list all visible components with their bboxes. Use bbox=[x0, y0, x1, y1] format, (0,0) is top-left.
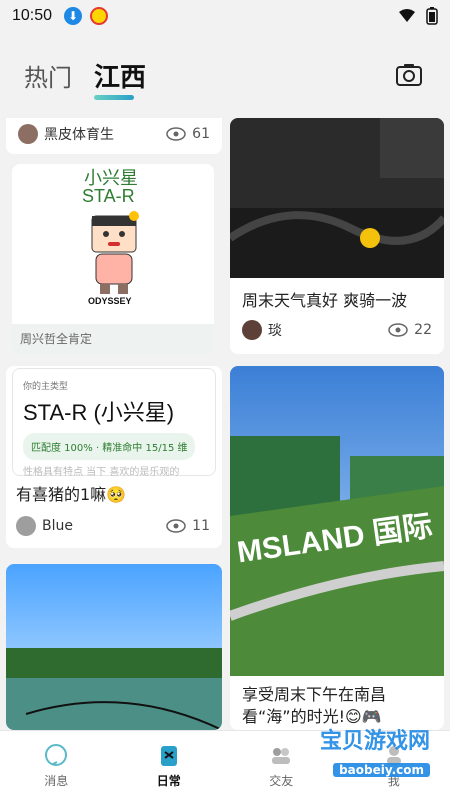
app-notification-icon bbox=[90, 7, 109, 25]
nav-messages[interactable]: 消息 bbox=[0, 731, 113, 800]
card-meta: 黑皮体育生 61 bbox=[6, 118, 222, 150]
watermark: 宝贝游戏网 baobeiy.com bbox=[320, 723, 430, 780]
bike-photo bbox=[230, 118, 444, 278]
watermark-sub: baobeiy.com bbox=[333, 763, 430, 777]
views: 22 bbox=[388, 322, 432, 338]
chat-bubble-icon bbox=[45, 744, 68, 766]
author-name: 黑皮体育生 bbox=[44, 127, 114, 143]
lake-photo bbox=[6, 564, 222, 730]
camera-button[interactable] bbox=[392, 58, 426, 92]
type-result-panel: 你的主类型 STA-R (小兴星) 匹配度 100% · 精准命中 15/15 … bbox=[12, 368, 216, 478]
views: 61 bbox=[166, 126, 210, 142]
post-title: 周末天气真好 爽骑一波 bbox=[242, 291, 408, 310]
post-title: 享受周末下午在南昌看“海”的时光!😊🎮 bbox=[242, 685, 387, 726]
avatar bbox=[242, 320, 262, 340]
eye-icon bbox=[166, 127, 186, 141]
author-name: 琰 bbox=[268, 323, 282, 339]
download-icon: ⬇ bbox=[64, 7, 83, 25]
status-left-icons: ⬇ bbox=[64, 7, 109, 25]
character-illustration bbox=[91, 211, 139, 294]
author-name: Blue bbox=[42, 518, 73, 534]
camera-icon bbox=[396, 64, 422, 86]
card-meta: Blue 11 bbox=[16, 516, 210, 536]
header: 热门 江西 bbox=[0, 32, 450, 118]
nav-label: 消息 bbox=[44, 774, 69, 788]
nav-label: 交友 bbox=[269, 774, 294, 788]
eye-icon bbox=[166, 519, 186, 533]
character-code: STA-R bbox=[82, 186, 135, 206]
nav-label: 日常 bbox=[156, 774, 181, 788]
daily-icon bbox=[160, 746, 177, 766]
tab-jiangxi[interactable]: 江西 bbox=[94, 57, 147, 100]
feed[interactable]: 黑皮体育生 61 小兴星 STA-R ODYSSEY 周兴哲全肯定 你的主类型 … bbox=[0, 118, 450, 730]
avatar bbox=[18, 124, 38, 144]
post-title: 有喜猪的1嘛🥺 bbox=[16, 485, 127, 504]
nav-daily[interactable]: 日常 bbox=[113, 731, 226, 800]
view-count: 11 bbox=[192, 518, 210, 534]
wifi-icon bbox=[399, 9, 415, 22]
feed-card-left-2[interactable]: 小兴星 STA-R ODYSSEY 周兴哲全肯定 bbox=[12, 164, 214, 354]
feed-card-left-4[interactable] bbox=[6, 564, 222, 730]
brand-label: ODYSSEY bbox=[88, 296, 132, 306]
active-tab-indicator bbox=[94, 94, 134, 100]
tab-hot[interactable]: 热门 bbox=[24, 58, 72, 93]
match-badge: 匹配度 100% · 精准命中 15/15 维 bbox=[23, 433, 196, 460]
tab-jiangxi-label: 江西 bbox=[94, 61, 147, 92]
feed-card-left-1[interactable]: 黑皮体育生 61 bbox=[6, 118, 222, 154]
type-top-label: 你的主类型 bbox=[23, 382, 69, 392]
type-title: STA-R (小兴星) bbox=[23, 400, 175, 425]
image-caption: 周兴哲全肯定 bbox=[20, 332, 93, 346]
status-time: 10:50 bbox=[12, 7, 53, 24]
watermark-main: 宝贝游戏网 bbox=[319, 729, 430, 754]
character-image: 小兴星 STA-R ODYSSEY bbox=[12, 164, 214, 324]
feed-card-left-3[interactable]: 你的主类型 STA-R (小兴星) 匹配度 100% · 精准命中 15/15 … bbox=[6, 366, 222, 548]
view-count: 22 bbox=[414, 322, 432, 338]
feed-card-right-1[interactable]: 周末天气真好 爽骑一波 琰 22 bbox=[230, 118, 444, 354]
views: 11 bbox=[166, 518, 210, 534]
faded-text: 性格具有特点 当下 喜欢的是乐观的 bbox=[23, 467, 180, 478]
card-meta: 琰 22 bbox=[242, 320, 432, 340]
status-bar: 10:50 ⬇ bbox=[0, 0, 450, 32]
avatar bbox=[16, 516, 36, 536]
feed-card-right-2[interactable]: MSLAND 国际 享受周末下午在南昌看“海”的时光!😊🎮 bbox=[230, 366, 444, 730]
status-right-icons bbox=[398, 7, 438, 25]
friends-icon bbox=[272, 748, 291, 764]
battery-icon bbox=[426, 7, 438, 25]
eye-icon bbox=[388, 323, 408, 337]
view-count: 61 bbox=[192, 126, 210, 142]
